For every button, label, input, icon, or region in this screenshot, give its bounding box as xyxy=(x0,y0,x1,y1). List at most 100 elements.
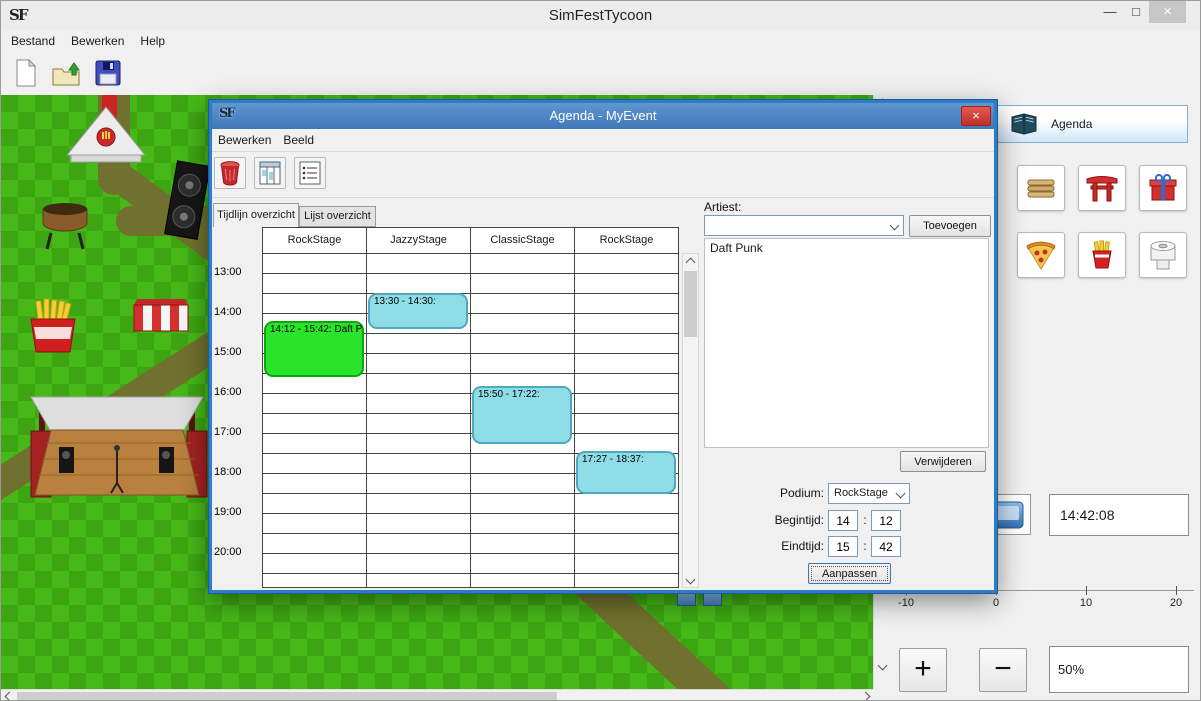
dialog-close-button[interactable]: × xyxy=(961,106,991,126)
list-view-button[interactable] xyxy=(294,157,326,189)
minimize-button[interactable]: — xyxy=(1097,1,1123,23)
trash-icon xyxy=(219,160,241,186)
timeline-view-icon xyxy=(258,160,282,186)
open-file-icon xyxy=(51,60,81,87)
menu-help[interactable]: Help xyxy=(140,31,165,51)
scrollbar-thumb[interactable] xyxy=(17,692,557,701)
item-toilet-paper-button[interactable] xyxy=(1139,232,1187,278)
remove-artist-button[interactable]: Verwijderen xyxy=(900,451,986,472)
time-label: 17:00 xyxy=(214,426,258,438)
end-minute-input[interactable] xyxy=(871,536,901,557)
close-button[interactable]: × xyxy=(1149,1,1186,23)
apply-button[interactable]: Aanpassen xyxy=(808,563,891,584)
artist-combobox[interactable] xyxy=(704,215,904,236)
schedule-grid[interactable]: 14:12 - 15:42: Daft Punk 13:30 - 14:30: 1… xyxy=(262,253,679,588)
schedule-event[interactable]: 13:30 - 14:30: xyxy=(368,293,468,329)
chevron-down-icon xyxy=(897,490,904,497)
timeline-view-button[interactable] xyxy=(254,157,286,189)
tab-timeline[interactable]: Tijdlijn overzicht xyxy=(213,203,299,227)
hud-button-icon[interactable] xyxy=(677,593,696,606)
main-stage xyxy=(31,397,207,497)
menu-bar: Bestand Bewerken Help xyxy=(1,31,1200,51)
item-gift-button[interactable] xyxy=(1139,165,1187,211)
zoom-out-button[interactable]: − xyxy=(979,648,1027,692)
schedule-scrollbar[interactable] xyxy=(682,253,699,588)
time-label: 18:00 xyxy=(214,466,258,478)
menu-bestand[interactable]: Bestand xyxy=(11,31,55,51)
event-label: 15:50 - 17:22: xyxy=(474,388,570,401)
maximize-button[interactable]: □ xyxy=(1123,1,1149,23)
fries-icon xyxy=(1084,238,1120,272)
podium-combobox[interactable]: RockStage xyxy=(828,483,910,504)
event-label: 17:27 - 18:37: xyxy=(578,453,674,466)
time-label: 13:00 xyxy=(214,266,258,278)
time-label: 14:00 xyxy=(214,306,258,318)
delete-tool-button[interactable] xyxy=(214,157,246,189)
begin-minute-input[interactable] xyxy=(871,510,901,531)
striped-tent xyxy=(134,299,188,331)
scroll-down-arrow[interactable] xyxy=(874,657,891,673)
podium-combobox-value: RockStage xyxy=(834,484,888,503)
scroll-right-arrow[interactable] xyxy=(857,690,873,701)
time-label: 16:00 xyxy=(214,386,258,398)
event-label: 13:30 - 14:30: xyxy=(370,295,466,308)
hud-button-icon[interactable] xyxy=(703,593,722,606)
zoom-value: 50% xyxy=(1049,646,1189,693)
dialog-toolbar xyxy=(212,153,994,198)
artist-label: Artiest: xyxy=(704,200,741,214)
schedule-event[interactable]: 14:12 - 15:42: Daft Punk xyxy=(264,321,364,377)
time-separator: : xyxy=(861,513,869,527)
scroll-down-arrow[interactable] xyxy=(683,571,698,587)
new-file-icon xyxy=(15,59,37,87)
column-header: JazzyStage xyxy=(367,228,471,253)
save-icon xyxy=(95,60,121,86)
event-label: 14:12 - 15:42: Daft Punk xyxy=(266,323,362,336)
time-label: 20:00 xyxy=(214,546,258,558)
item-gate-button[interactable] xyxy=(1078,165,1126,211)
axis-tick xyxy=(1086,586,1087,595)
add-artist-button[interactable]: Toevoegen xyxy=(909,215,991,237)
tab-list[interactable]: Lijst overzicht xyxy=(299,206,376,227)
app-window: SF SimFestTycoon — □ × BestandBewerkenHe… xyxy=(0,0,1201,701)
list-view-icon xyxy=(298,160,322,186)
item-pizza-button[interactable] xyxy=(1017,232,1065,278)
agenda-button-label: Agenda xyxy=(1051,117,1092,131)
dialog-titlebar: SF Agenda - MyEvent × xyxy=(212,103,994,129)
item-pallet-button[interactable] xyxy=(1017,165,1065,211)
axis-tick-label: 20 xyxy=(1161,597,1191,609)
window-controls: — □ × xyxy=(1097,1,1186,23)
dialog-body: Bewerken Beeld xyxy=(212,129,994,590)
scrollbar-corner xyxy=(873,689,890,701)
agenda-button[interactable]: Agenda xyxy=(996,105,1188,143)
time-label: 19:00 xyxy=(214,506,258,518)
new-file-button[interactable] xyxy=(9,56,43,90)
open-file-button[interactable] xyxy=(49,56,83,90)
zoom-in-button[interactable]: + xyxy=(899,648,947,692)
gift-icon xyxy=(1145,171,1181,205)
dialog-title: Agenda - MyEvent xyxy=(212,103,994,129)
schedule-event[interactable]: 15:50 - 17:22: xyxy=(472,386,572,443)
artist-list-item[interactable]: Daft Punk xyxy=(705,239,988,257)
artist-list[interactable]: Daft Punk xyxy=(704,238,989,448)
item-fries-button[interactable] xyxy=(1078,232,1126,278)
save-button[interactable] xyxy=(91,56,125,90)
axis-tick-label: 0 xyxy=(981,597,1011,609)
scrollbar-thumb[interactable] xyxy=(684,271,697,337)
axis-tick xyxy=(1176,586,1177,595)
podium-label: Podium: xyxy=(732,486,824,500)
dialog-menu-bewerken[interactable]: Bewerken xyxy=(218,129,271,151)
fries-stand xyxy=(31,299,75,352)
schedule-event[interactable]: 17:27 - 18:37: xyxy=(576,451,676,494)
scroll-left-arrow[interactable] xyxy=(1,690,17,701)
map-horizontal-scrollbar[interactable] xyxy=(1,689,873,701)
pizza-icon xyxy=(1023,238,1059,272)
clock-display: 14:42:08 xyxy=(1049,494,1189,536)
menu-bewerken[interactable]: Bewerken xyxy=(71,31,124,51)
begin-hour-input[interactable] xyxy=(828,510,858,531)
axis-tick-label: -10 xyxy=(891,597,921,609)
dialog-menu-beeld[interactable]: Beeld xyxy=(283,129,314,151)
schedule-column-headers: RockStageJazzyStageClassicStageRockStage xyxy=(262,227,679,253)
scroll-up-arrow[interactable] xyxy=(683,254,698,270)
end-hour-input[interactable] xyxy=(828,536,858,557)
map-hud-buttons[interactable] xyxy=(677,593,725,611)
